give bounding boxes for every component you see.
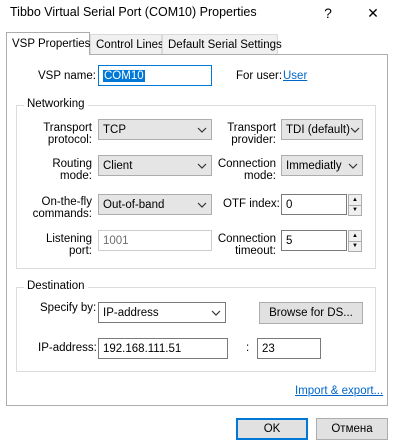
specify-by-label: Specify by: <box>40 302 97 314</box>
ip-address-input[interactable]: 192.168.111.51 <box>98 338 228 359</box>
browse-for-ds-button[interactable]: Browse for DS... <box>259 302 363 324</box>
close-button[interactable]: ✕ <box>355 0 391 26</box>
onthefly-commands-select[interactable]: Out-of-band <box>98 194 212 215</box>
specify-by-value: IP-address <box>103 306 159 319</box>
otf-index-label: OTF index: <box>223 198 280 210</box>
tab-label: VSP Properties <box>12 38 91 50</box>
transport-protocol-label: Transport protocol: <box>43 122 92 146</box>
spin-down-icon[interactable]: ▼ <box>349 240 361 252</box>
help-icon: ? <box>324 5 332 21</box>
close-icon: ✕ <box>367 4 379 21</box>
transport-protocol-value: TCP <box>103 123 126 136</box>
spin-up-icon[interactable]: ▲ <box>349 195 361 205</box>
vsp-name-label: VSP name: <box>38 70 96 82</box>
onthefly-commands-value: Out-of-band <box>103 198 165 211</box>
vsp-name-value: COM10 <box>103 69 145 82</box>
transport-provider-value: TDI (default) <box>286 123 350 136</box>
routing-mode-label: Routing mode: <box>52 158 92 182</box>
cancel-button[interactable]: Отмена <box>316 418 388 440</box>
transport-protocol-select[interactable]: TCP <box>98 119 212 140</box>
for-user-link[interactable]: User <box>283 70 307 82</box>
routing-mode-value: Client <box>103 159 133 172</box>
spin-up-icon[interactable]: ▲ <box>349 231 361 241</box>
chevron-down-icon <box>348 161 358 171</box>
otf-index-spinner[interactable]: ▲ ▼ <box>348 194 362 216</box>
transport-provider-select[interactable]: TDI (default) <box>281 119 363 140</box>
listening-port-value: 1001 <box>103 234 129 247</box>
window-title: Tibbo Virtual Serial Port (COM10) Proper… <box>10 5 257 19</box>
chevron-down-icon <box>197 161 207 171</box>
browse-for-ds-label: Browse for DS... <box>269 307 353 319</box>
chevron-down-icon <box>197 200 207 210</box>
tab-label: Control Lines <box>96 38 164 51</box>
ip-address-label: IP-address: <box>38 342 97 354</box>
spin-down-icon[interactable]: ▼ <box>349 204 361 216</box>
tab-default-serial-settings[interactable]: Default Serial Settings <box>162 34 282 54</box>
connection-mode-select[interactable]: Immediatly <box>281 155 363 176</box>
tab-vsp-properties[interactable]: VSP Properties <box>6 32 90 55</box>
otf-index-value: 0 <box>286 198 293 211</box>
otf-index-input[interactable]: 0 <box>281 194 347 215</box>
onthefly-commands-label: On-the-fly commands: <box>32 196 92 220</box>
connection-timeout-input[interactable]: 5 <box>281 230 347 251</box>
for-user-label: For user: <box>236 70 283 82</box>
listening-port-label: Listening port: <box>45 233 92 257</box>
connection-mode-label: Connection mode: <box>217 158 276 182</box>
vsp-name-input[interactable]: COM10 <box>98 65 212 86</box>
connection-timeout-spinner[interactable]: ▲ ▼ <box>348 230 362 252</box>
help-button[interactable]: ? <box>310 0 346 26</box>
listening-port-input: 1001 <box>98 230 212 251</box>
connection-timeout-label: Connection timeout: <box>217 233 276 257</box>
connection-timeout-value: 5 <box>286 234 293 247</box>
port-separator: : <box>246 342 250 354</box>
destination-port-value: 23 <box>262 342 275 355</box>
destination-group <box>16 287 376 372</box>
destination-title: Destination <box>24 280 88 292</box>
routing-mode-select[interactable]: Client <box>98 155 212 176</box>
specify-by-select[interactable]: IP-address <box>98 302 226 323</box>
tab-label: Default Serial Settings <box>168 38 282 51</box>
chevron-down-icon <box>350 125 360 135</box>
connection-mode-value: Immediatly <box>286 159 342 172</box>
cancel-label: Отмена <box>331 423 373 435</box>
transport-provider-label: Transport provider: <box>227 122 276 146</box>
ip-address-value: 192.168.111.51 <box>103 342 182 355</box>
networking-title: Networking <box>24 98 88 110</box>
tab-control-lines[interactable]: Control Lines <box>90 34 164 54</box>
destination-port-input[interactable]: 23 <box>257 338 321 359</box>
chevron-down-icon <box>211 308 221 318</box>
chevron-down-icon <box>197 125 207 135</box>
ok-label: OK <box>263 423 281 435</box>
import-export-link[interactable]: Import & export... <box>295 385 383 397</box>
ok-button[interactable]: OK <box>236 418 308 440</box>
